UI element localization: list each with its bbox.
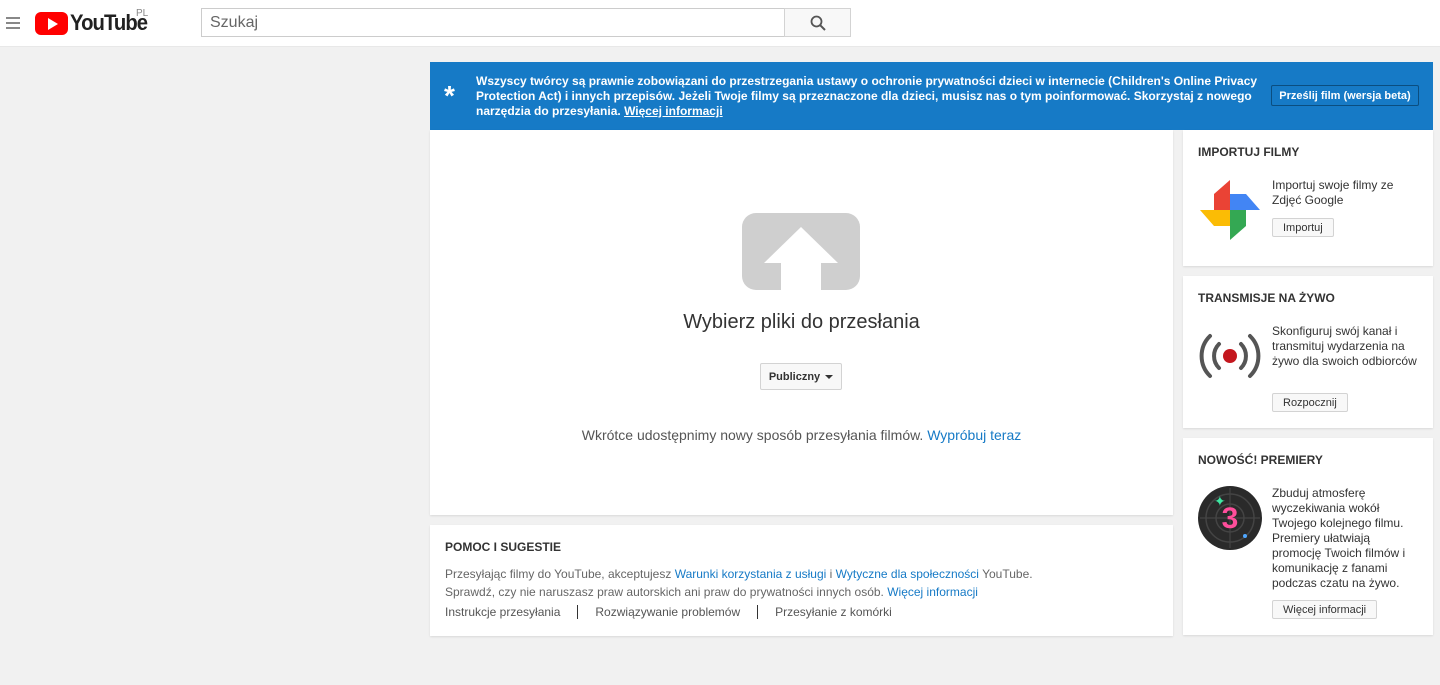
upload-arrow-icon[interactable]	[742, 213, 860, 290]
premieres-more-info-button[interactable]: Więcej informacji	[1272, 600, 1378, 619]
search-button[interactable]	[784, 8, 851, 37]
copyright-more-info-link[interactable]: Więcej informacji	[887, 585, 978, 599]
hamburger-menu-icon[interactable]	[6, 17, 20, 29]
search-input[interactable]	[201, 8, 785, 37]
premiere-countdown-icon: 3 ✦	[1198, 486, 1262, 550]
svg-text:✦: ✦	[1214, 493, 1226, 509]
help-links: Instrukcje przesyłania Rozwiązywanie pro…	[445, 605, 909, 619]
card-text: Zbuduj atmosferę wyczekiwania wokół Twoj…	[1272, 486, 1406, 590]
youtube-play-icon	[35, 11, 68, 35]
banner-more-info-link[interactable]: Więcej informacji	[624, 104, 723, 118]
banner-text: Wszyscy twórcy są prawnie zobowiązani do…	[476, 74, 1258, 118]
card-text: Skonfiguruj swój kanał i transmituj wyda…	[1272, 324, 1417, 368]
help-title: POMOC I SUGESTIE	[445, 540, 562, 554]
asterisk-icon: *	[444, 80, 455, 111]
upload-instructions-link[interactable]: Instrukcje przesyłania	[445, 605, 577, 619]
live-streaming-card: TRANSMISJE NA ŻYWO Skonfiguruj swój kana…	[1183, 276, 1433, 428]
upload-panel: Wybierz pliki do przesłania Publiczny Wk…	[430, 130, 1173, 515]
caret-down-icon	[825, 374, 834, 379]
upload-title: Wybierz pliki do przesłania	[683, 311, 920, 333]
search-icon	[810, 15, 826, 31]
terms-of-service-link[interactable]: Warunki korzystania z usługi	[675, 567, 827, 581]
privacy-value: Publiczny	[768, 370, 821, 383]
help-panel: POMOC I SUGESTIE Przesyłając filmy do Yo…	[430, 525, 1173, 636]
upload-beta-button[interactable]: Prześlij film (wersja beta)	[1271, 85, 1419, 106]
live-broadcast-icon	[1199, 334, 1261, 378]
card-title: NOWOŚĆ! PREMIERY	[1198, 453, 1323, 467]
troubleshooting-link[interactable]: Rozwiązywanie problemów	[577, 605, 757, 619]
card-title: IMPORTUJ FILMY	[1198, 145, 1300, 159]
privacy-dropdown[interactable]: Publiczny	[760, 363, 842, 390]
try-now-link[interactable]: Wypróbuj teraz	[927, 427, 1021, 443]
new-upload-notice: Wkrótce udostępnimy nowy sposób przesyła…	[581, 427, 1022, 443]
masthead: YouTube PL	[0, 0, 1440, 47]
country-code: PL	[136, 8, 149, 19]
card-title: TRANSMISJE NA ŻYWO	[1198, 291, 1335, 305]
mobile-upload-link[interactable]: Przesyłanie z komórki	[757, 605, 909, 619]
import-button[interactable]: Importuj	[1272, 218, 1334, 237]
community-guidelines-link[interactable]: Wytyczne dla społeczności	[836, 567, 979, 581]
premieres-card: NOWOŚĆ! PREMIERY 3 ✦ Zbuduj atmosferę wy…	[1183, 438, 1433, 635]
card-text: Importuj swoje filmy ze Zdjęć Google	[1272, 178, 1394, 207]
help-text: Przesyłając filmy do YouTube, akceptujes…	[445, 567, 1033, 599]
start-live-button[interactable]: Rozpocznij	[1272, 393, 1348, 412]
google-photos-icon	[1200, 180, 1260, 240]
coppa-notice-banner: * Wszyscy twórcy są prawnie zobowiązani …	[430, 62, 1433, 130]
import-videos-card: IMPORTUJ FILMY Importuj swoje filmy ze Z…	[1183, 130, 1433, 266]
